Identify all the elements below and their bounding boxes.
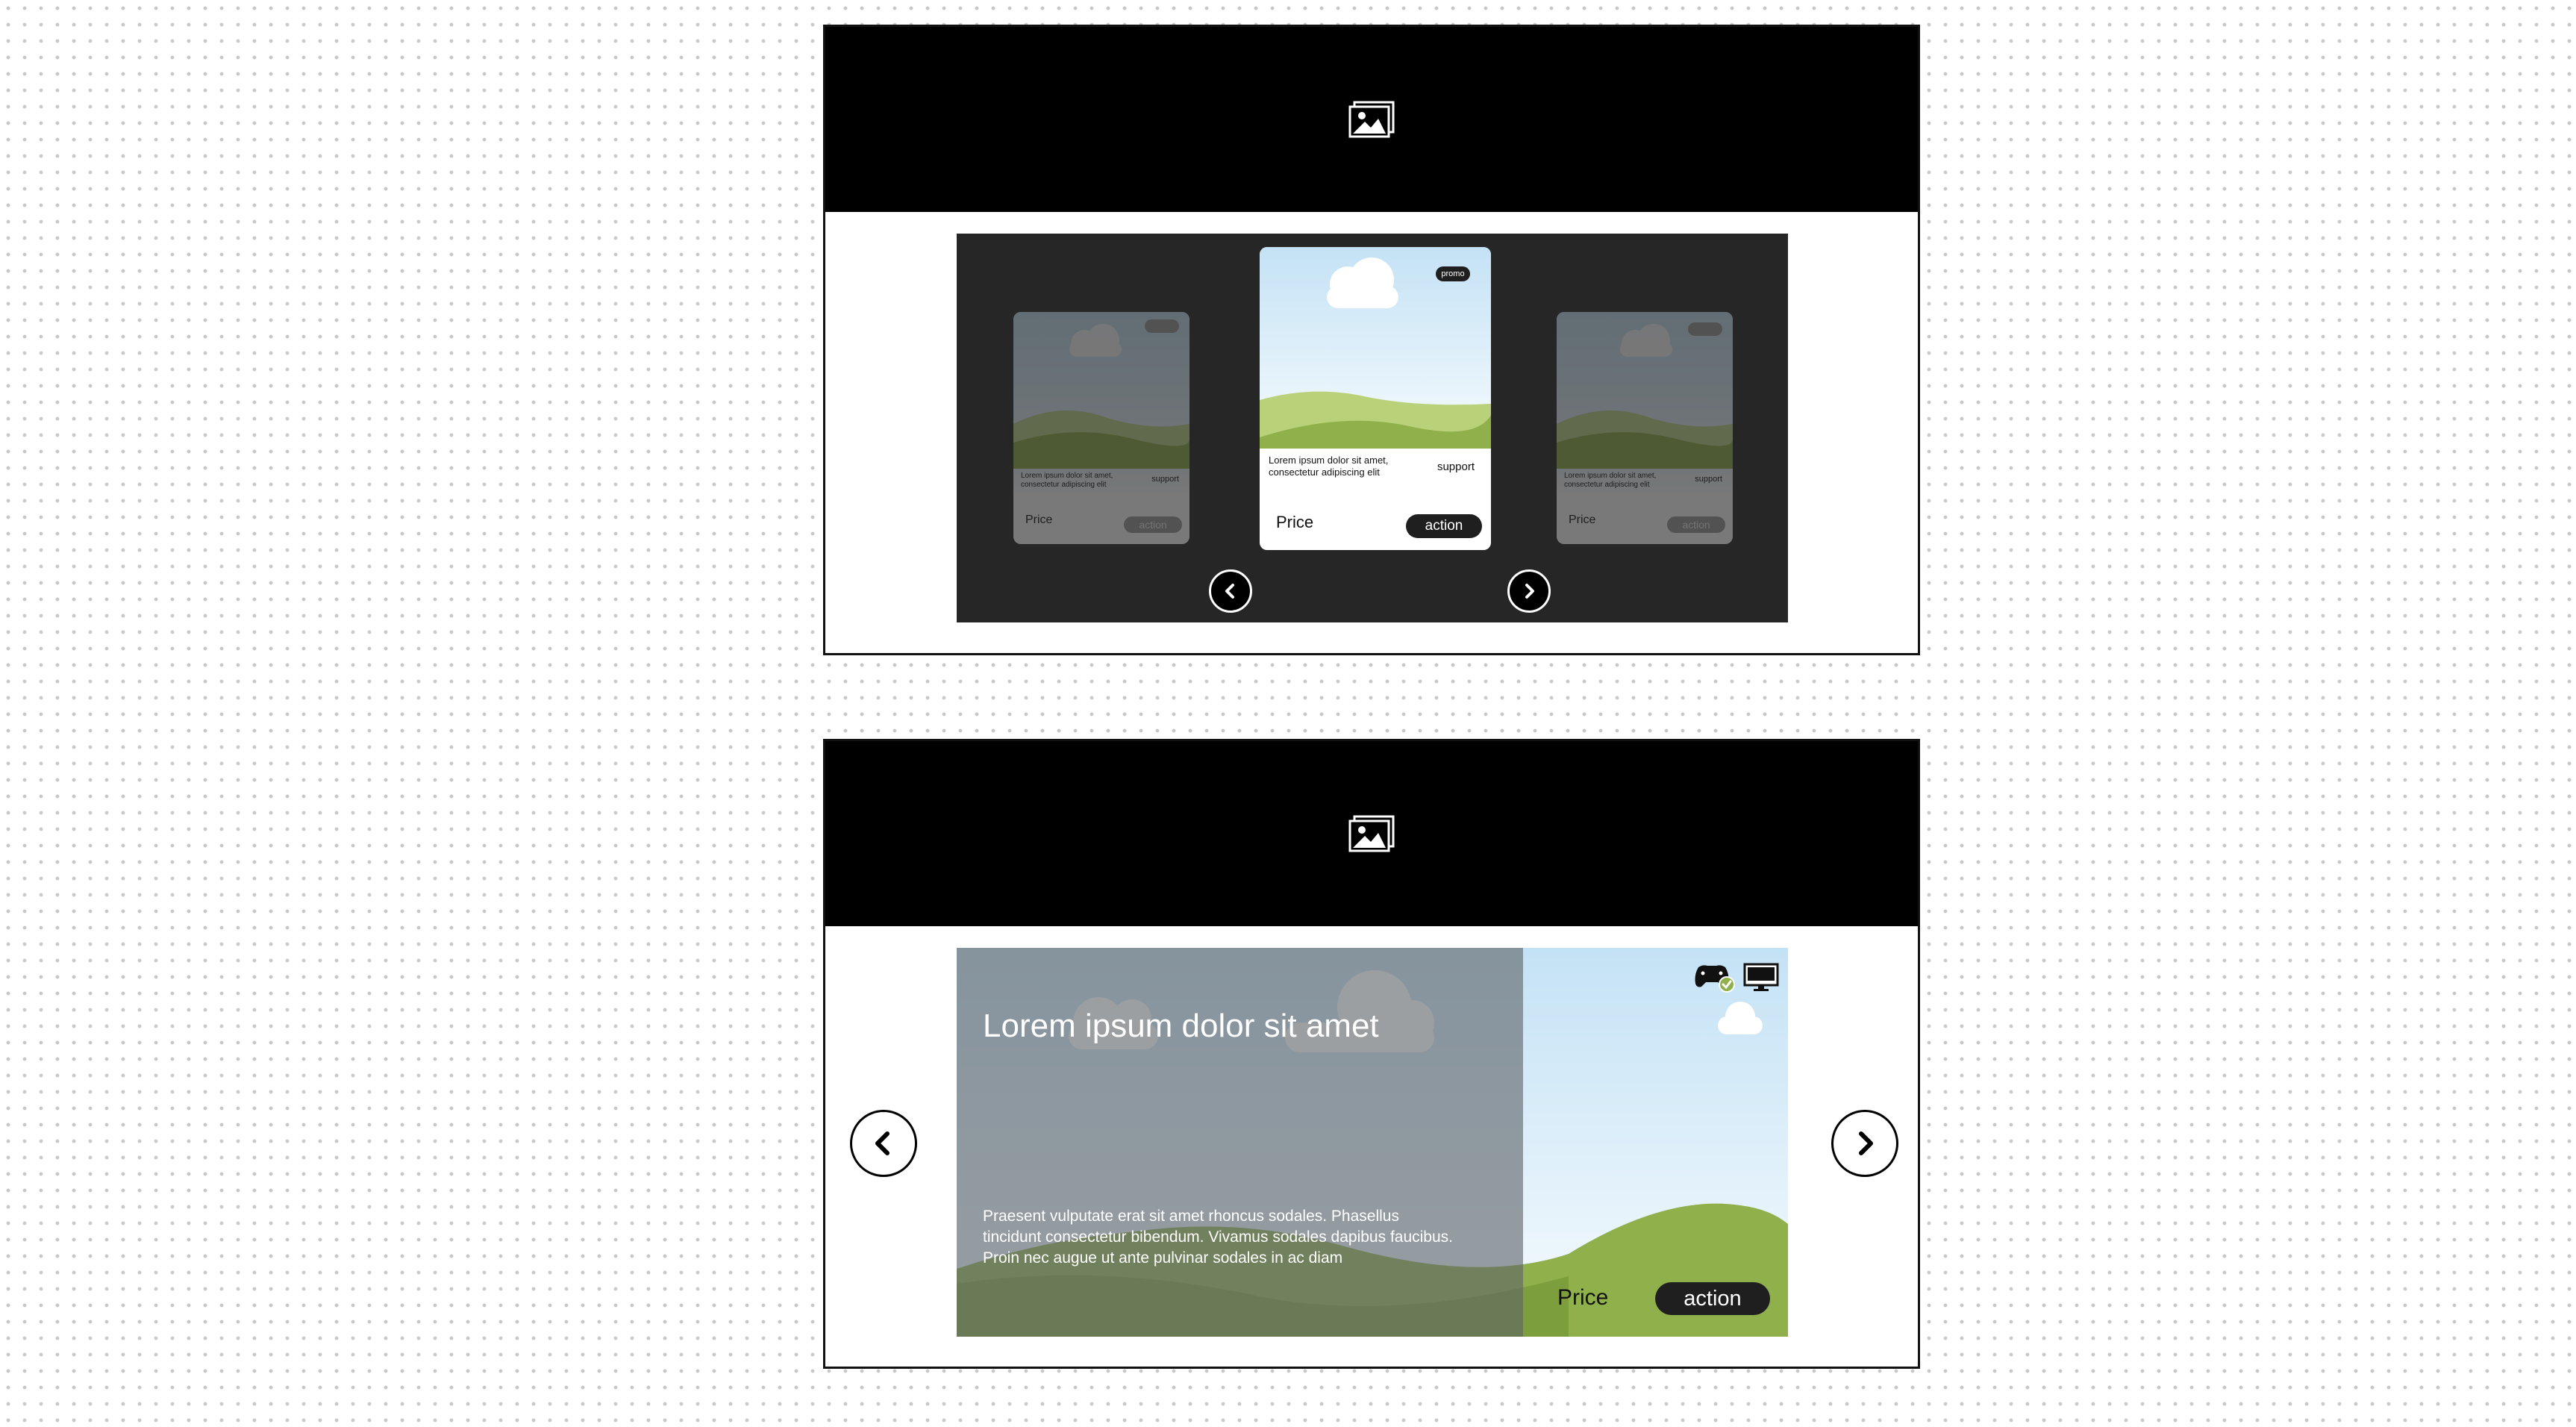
featured-slide[interactable]: Lorem ipsum dolor sit amet Praesent vulp…: [957, 948, 1788, 1337]
carousel-card-next[interactable]: Lorem ipsum dolor sit amet, consectetur …: [1557, 312, 1733, 544]
card-support: support: [1151, 475, 1179, 484]
card-price: Price: [1025, 513, 1053, 526]
landscape-image: [1013, 312, 1189, 491]
card-description: Lorem ipsum dolor sit amet, consectetur …: [1269, 455, 1389, 478]
slide-action-button[interactable]: action: [1655, 1282, 1770, 1315]
previous-button[interactable]: [850, 1110, 917, 1177]
card-price: Price: [1276, 513, 1314, 531]
carousel-card-current[interactable]: promo Lorem ipsum dolor sit amet, consec…: [1260, 247, 1491, 550]
next-button[interactable]: [1831, 1110, 1898, 1177]
promo-badge: promo: [1436, 266, 1470, 281]
card-carousel: Lorem ipsum dolor sit amet, consectetur …: [957, 234, 1788, 622]
chevron-left-icon: [1225, 584, 1234, 599]
gamepad-verified-icon: [1695, 965, 1735, 993]
card-action-button[interactable]: action: [1124, 516, 1182, 533]
chevron-right-icon: [1859, 1131, 1873, 1155]
previous-button[interactable]: [1209, 569, 1252, 613]
carousel-compact-frame: Lorem ipsum dolor sit amet, consectetur …: [823, 25, 1920, 655]
hero-banner: [825, 741, 1918, 926]
image-icon: [1348, 101, 1395, 138]
next-button[interactable]: [1507, 569, 1551, 613]
slide-price: Price: [1557, 1285, 1609, 1310]
image-icon: [1348, 815, 1395, 852]
chevron-right-icon: [1525, 584, 1534, 599]
slide-description: Praesent vulputate erat sit amet rhoncus…: [983, 1208, 1453, 1267]
carousel-card-previous[interactable]: Lorem ipsum dolor sit amet, consectetur …: [1013, 312, 1189, 544]
landscape-image: [1557, 312, 1733, 491]
carousel-featured-frame: Lorem ipsum dolor sit amet Praesent vulp…: [823, 739, 1920, 1369]
card-support: support: [1695, 475, 1722, 484]
card-action-button[interactable]: action: [1667, 516, 1725, 533]
card-support: support: [1437, 460, 1475, 473]
card-action-button[interactable]: action: [1406, 514, 1482, 538]
hero-banner: [825, 27, 1918, 212]
promo-badge: [1688, 322, 1722, 336]
chevron-left-icon: [875, 1131, 890, 1155]
slide-info-panel: Lorem ipsum dolor sit amet Praesent vulp…: [957, 948, 1523, 1337]
card-price: Price: [1569, 513, 1596, 526]
card-description: Lorem ipsum dolor sit amet, consectetur …: [1021, 472, 1113, 489]
card-description: Lorem ipsum dolor sit amet, consectetur …: [1564, 472, 1657, 489]
promo-badge: [1145, 319, 1179, 333]
slide-title: Lorem ipsum dolor sit amet: [983, 1008, 1379, 1044]
desktop-monitor-icon: [1743, 963, 1779, 991]
